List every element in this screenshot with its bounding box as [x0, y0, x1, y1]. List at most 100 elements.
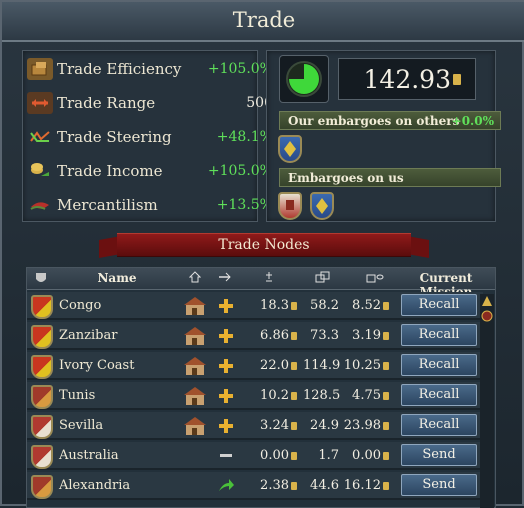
embargoes-on-us-label: Embargoes on us	[288, 170, 404, 185]
stat-label: Trade Efficiency	[57, 60, 182, 78]
trade-value: 8.52	[343, 298, 389, 313]
trade-value: 16.12	[343, 478, 389, 493]
add-merchant-icon[interactable]	[217, 387, 235, 405]
node-name[interactable]: Zanzibar	[59, 328, 117, 343]
stat-label: Trade Steering	[57, 128, 172, 146]
balance-column-icon[interactable]	[259, 271, 279, 286]
merchant-house-icon[interactable]	[183, 296, 207, 316]
merchant-house-icon[interactable]	[183, 416, 207, 436]
ducat-icon	[291, 332, 297, 340]
action-column-icon[interactable]	[215, 271, 235, 286]
stat-trade-steering: Trade Steering +48.1%	[27, 123, 273, 151]
add-merchant-icon[interactable]	[217, 297, 235, 315]
balance-value: 3.24	[253, 418, 297, 433]
recall-button[interactable]: Recall	[401, 414, 477, 436]
node-name[interactable]: Sevilla	[59, 418, 103, 433]
table-row[interactable]: Tunis 10.2 128.5 4.75 Recall	[27, 382, 483, 410]
embargo-shield-icon[interactable]	[278, 135, 302, 163]
table-scrollbar[interactable]	[480, 294, 494, 508]
shield-column-icon[interactable]	[33, 271, 49, 288]
trade-efficiency-icon	[27, 58, 53, 80]
stat-value: +48.1%	[216, 129, 273, 145]
send-button[interactable]: Send	[401, 474, 477, 496]
ducat-icon	[291, 302, 297, 310]
node-name[interactable]: Tunis	[59, 388, 95, 403]
merchant-house-icon[interactable]	[183, 326, 207, 346]
ducat-icon	[291, 422, 297, 430]
ducat-icon	[291, 482, 297, 490]
country-flag-icon	[31, 325, 53, 349]
gauge-icon	[286, 61, 322, 97]
merchant-house-icon[interactable]	[183, 386, 207, 406]
column-name[interactable]: Name	[57, 271, 177, 285]
trade-power-value: 1.7	[318, 448, 339, 463]
trade-value: 0.00	[343, 448, 389, 463]
recall-button[interactable]: Recall	[401, 354, 477, 376]
table-row[interactable]: Ivory Coast 22.0 114.9 10.25 Recall	[27, 352, 483, 380]
country-flag-icon	[31, 475, 53, 499]
recall-button[interactable]: Recall	[401, 384, 477, 406]
node-name[interactable]: Ivory Coast	[59, 358, 134, 373]
balance-value: 10.2	[253, 388, 297, 403]
ducat-icon	[291, 452, 297, 460]
our-embargoes-ribbon: Our embargoes on others +0.0%	[279, 111, 501, 130]
scroll-up-icon[interactable]	[480, 294, 494, 324]
stat-label: Trade Income	[57, 162, 163, 180]
add-merchant-icon[interactable]	[217, 327, 235, 345]
stat-value: +105.0%	[207, 61, 273, 77]
trade-power-value: 44.6	[310, 478, 339, 493]
trade-power-column-icon[interactable]	[313, 271, 333, 286]
trade-value-column-icon[interactable]	[363, 271, 387, 286]
table-row[interactable]: Alexandria 2.38 44.6 16.12 Send	[27, 472, 483, 500]
table-row[interactable]: Australia 0.00 1.7 0.00 Send	[27, 442, 483, 470]
send-button[interactable]: Send	[401, 444, 477, 466]
trade-value: 3.19	[343, 328, 389, 343]
home-column-icon[interactable]	[185, 271, 205, 286]
merchant-house-icon[interactable]	[183, 356, 207, 376]
remove-icon[interactable]	[217, 447, 235, 465]
ducat-icon	[383, 392, 389, 400]
ducat-icon	[291, 362, 297, 370]
stat-mercantilism: Mercantilism +13.5%	[27, 191, 273, 219]
steer-arrow-icon[interactable]	[217, 477, 235, 495]
trade-power-value: 24.9	[310, 418, 339, 433]
table-row[interactable]: Zanzibar 6.86 73.3 3.19 Recall	[27, 322, 483, 350]
trade-power-value: 114.9	[303, 358, 341, 373]
ducat-icon	[453, 73, 461, 85]
table-row[interactable]: Congo 18.3 58.2 8.52 Recall	[27, 292, 483, 320]
stat-label: Mercantilism	[57, 196, 158, 214]
trade-nodes-banner: Trade Nodes	[117, 233, 411, 257]
add-merchant-icon[interactable]	[217, 357, 235, 375]
trade-power-value: 128.5	[303, 388, 341, 403]
our-embargoes-label: Our embargoes on others	[288, 113, 460, 128]
income-gauge	[279, 55, 329, 103]
country-flag-icon	[31, 385, 53, 409]
trade-range-icon	[27, 92, 53, 114]
country-flag-icon	[31, 415, 53, 439]
trade-income-icon	[27, 160, 53, 182]
trade-power-value: 58.2	[310, 298, 339, 313]
ducat-icon	[383, 482, 389, 490]
add-merchant-icon[interactable]	[217, 417, 235, 435]
trade-income-value: 142.93	[338, 58, 476, 100]
embargoes-on-us-ribbon: Embargoes on us	[279, 168, 501, 187]
balance-value: 0.00	[253, 448, 297, 463]
trade-value: 23.98	[343, 418, 389, 433]
table-row[interactable]: Sevilla 3.24 24.9 23.98 Recall	[27, 412, 483, 440]
trade-stats-panel: Trade Efficiency +105.0% Trade Range 500…	[22, 50, 273, 222]
recall-button[interactable]: Recall	[401, 294, 477, 316]
node-name[interactable]: Alexandria	[59, 478, 130, 493]
ducat-icon	[383, 362, 389, 370]
embargo-shield-icon[interactable]	[310, 192, 334, 220]
trade-steering-icon	[27, 126, 53, 148]
trade-nodes-title: Trade Nodes	[218, 237, 310, 253]
trade-value: 10.25	[343, 358, 389, 373]
node-name[interactable]: Congo	[59, 298, 101, 313]
recall-button[interactable]: Recall	[401, 324, 477, 346]
country-flag-icon	[31, 355, 53, 379]
node-name[interactable]: Australia	[59, 448, 119, 463]
embargo-shield-icon[interactable]	[278, 192, 302, 220]
ducat-icon	[383, 452, 389, 460]
balance-value: 6.86	[253, 328, 297, 343]
stat-label: Trade Range	[57, 94, 156, 112]
